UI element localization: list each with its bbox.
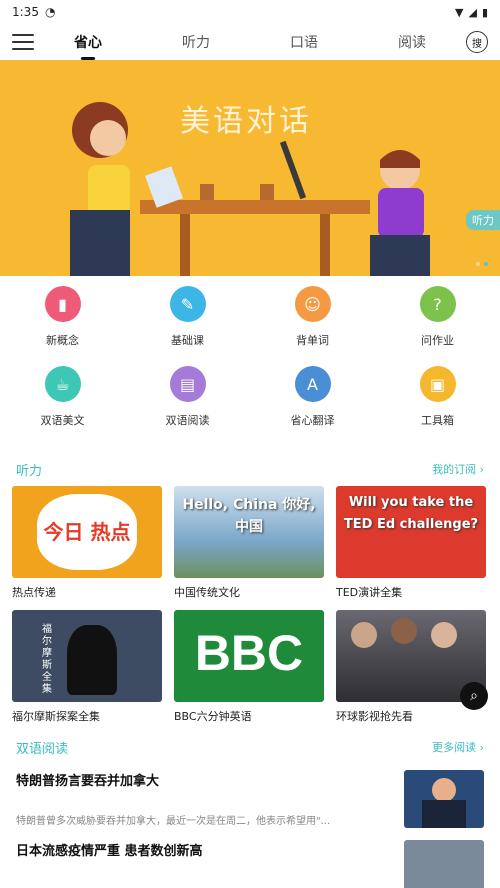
face-image <box>351 622 377 648</box>
banner-tag[interactable]: 听力 <box>466 210 500 230</box>
banner-illustration <box>0 60 500 276</box>
toolbox-icon: ▣ <box>419 366 456 402</box>
tab-shengxin[interactable]: 省心 <box>66 28 110 56</box>
my-subscriptions-link[interactable]: 我的订阅 › <box>432 461 484 477</box>
notification-icon: ◔ <box>44 5 56 19</box>
more-reading-link[interactable]: 更多阅读 › <box>432 739 484 755</box>
tab-bar: 省心 听力 口语 阅读 <box>34 28 466 56</box>
silhouette-image <box>67 625 117 695</box>
article-item[interactable]: 特朗普扬言要吞并加拿大 特朗普曾多次威胁要吞并加拿大，最近一次是在周二，他表示希… <box>0 764 500 834</box>
article-thumbnail <box>404 840 484 888</box>
tab-speaking[interactable]: 口语 <box>282 28 326 56</box>
book-icon: ▮ <box>44 286 81 322</box>
card-thumbnail: 今日 热点 <box>12 486 162 578</box>
clock: 1:35 <box>12 5 39 19</box>
card-bbc[interactable]: BBC BBC六分钟英语 <box>174 610 324 726</box>
feature-bilingual-reading[interactable]: ▤ 双语阅读 <box>125 366 250 446</box>
thumb-caption: 今日 热点 <box>37 494 137 570</box>
article-summary: 特朗普曾多次威胁要吞并加拿大，最近一次是在周二，他表示希望用"... <box>16 816 331 827</box>
card-thumbnail: 福尔摩斯全集 <box>12 610 162 702</box>
thumb-caption: Hello, China 你好,中国 <box>182 497 316 535</box>
article-thumbnail <box>404 770 484 828</box>
signal-icon: ◢ <box>468 5 477 19</box>
feature-basic-course[interactable]: ✎ 基础课 <box>125 286 250 366</box>
question-cloud-icon: ? <box>419 286 456 322</box>
carousel-dots <box>476 262 488 266</box>
card-thumbnail: Will you take the TED Ed challenge? <box>336 486 486 578</box>
thumb-caption: Will you take the TED Ed challenge? <box>343 495 479 532</box>
card-movies[interactable]: 环球影视抢先看 <box>336 610 486 726</box>
floating-search-icon[interactable]: ⌕ <box>460 682 488 710</box>
banner-title: 美语对话 <box>180 104 312 139</box>
cup-icon: ☕ <box>44 366 81 402</box>
article-title: 日本流感疫情严重 患者数创新高 <box>16 844 203 859</box>
card-thumbnail: BBC <box>174 610 324 702</box>
tab-listening[interactable]: 听力 <box>174 28 218 56</box>
banner-carousel[interactable]: 美语对话 听力 <box>0 60 500 276</box>
section-title-reading: 双语阅读 <box>16 741 69 757</box>
feature-homework[interactable]: ? 问作业 <box>375 286 500 366</box>
card-ted[interactable]: Will you take the TED Ed challenge? TED演… <box>336 486 486 602</box>
feature-vocabulary[interactable]: ☺ 背单词 <box>250 286 375 366</box>
face-image <box>391 618 417 644</box>
card-hot-topics[interactable]: 今日 热点 热点传递 <box>12 486 162 602</box>
top-nav: 省心 听力 口语 阅读 搜 <box>0 24 500 60</box>
section-title-listening: 听力 <box>16 463 43 479</box>
thumb-caption: 福尔摩斯全集 <box>42 624 52 695</box>
brush-icon: ✎ <box>169 286 206 322</box>
menu-icon[interactable] <box>12 34 34 50</box>
reader-icon: ▤ <box>169 366 206 402</box>
listening-section-header: 听力 我的订阅 › <box>0 452 500 486</box>
card-thumbnail: Hello, China 你好,中国 <box>174 486 324 578</box>
tab-reading[interactable]: 阅读 <box>390 28 434 56</box>
article-item[interactable]: 日本流感疫情严重 患者数创新高 <box>0 834 500 888</box>
wifi-icon: ▼ <box>455 5 464 19</box>
article-title: 特朗普扬言要吞并加拿大 <box>16 774 160 789</box>
reading-section-header: 双语阅读 更多阅读 › <box>0 730 500 764</box>
listening-cards: 今日 热点 热点传递 Hello, China 你好,中国 中国传统文化 Wil… <box>0 486 500 726</box>
status-bar: 1:35 ◔ ▼ ◢ ▮ <box>0 0 500 24</box>
face-image <box>431 622 457 648</box>
card-chinese-culture[interactable]: Hello, China 你好,中国 中国传统文化 <box>174 486 324 602</box>
battery-icon: ▮ <box>481 5 488 19</box>
thumb-caption: BBC <box>194 625 304 681</box>
feature-toolbox[interactable]: ▣ 工具箱 <box>375 366 500 446</box>
feature-bilingual-essay[interactable]: ☕ 双语美文 <box>0 366 125 446</box>
translate-icon: A <box>294 366 331 402</box>
feature-translate[interactable]: A 省心翻译 <box>250 366 375 446</box>
head-icon: ☺ <box>294 286 331 322</box>
card-sherlock[interactable]: 福尔摩斯全集 福尔摩斯探案全集 <box>12 610 162 726</box>
feature-new-concept[interactable]: ▮ 新概念 <box>0 286 125 366</box>
feature-grid: ▮ 新概念 ✎ 基础课 ☺ 背单词 ? 问作业 ☕ 双语美文 ▤ 双语阅读 A … <box>0 276 500 446</box>
search-icon[interactable]: 搜 <box>466 31 488 53</box>
